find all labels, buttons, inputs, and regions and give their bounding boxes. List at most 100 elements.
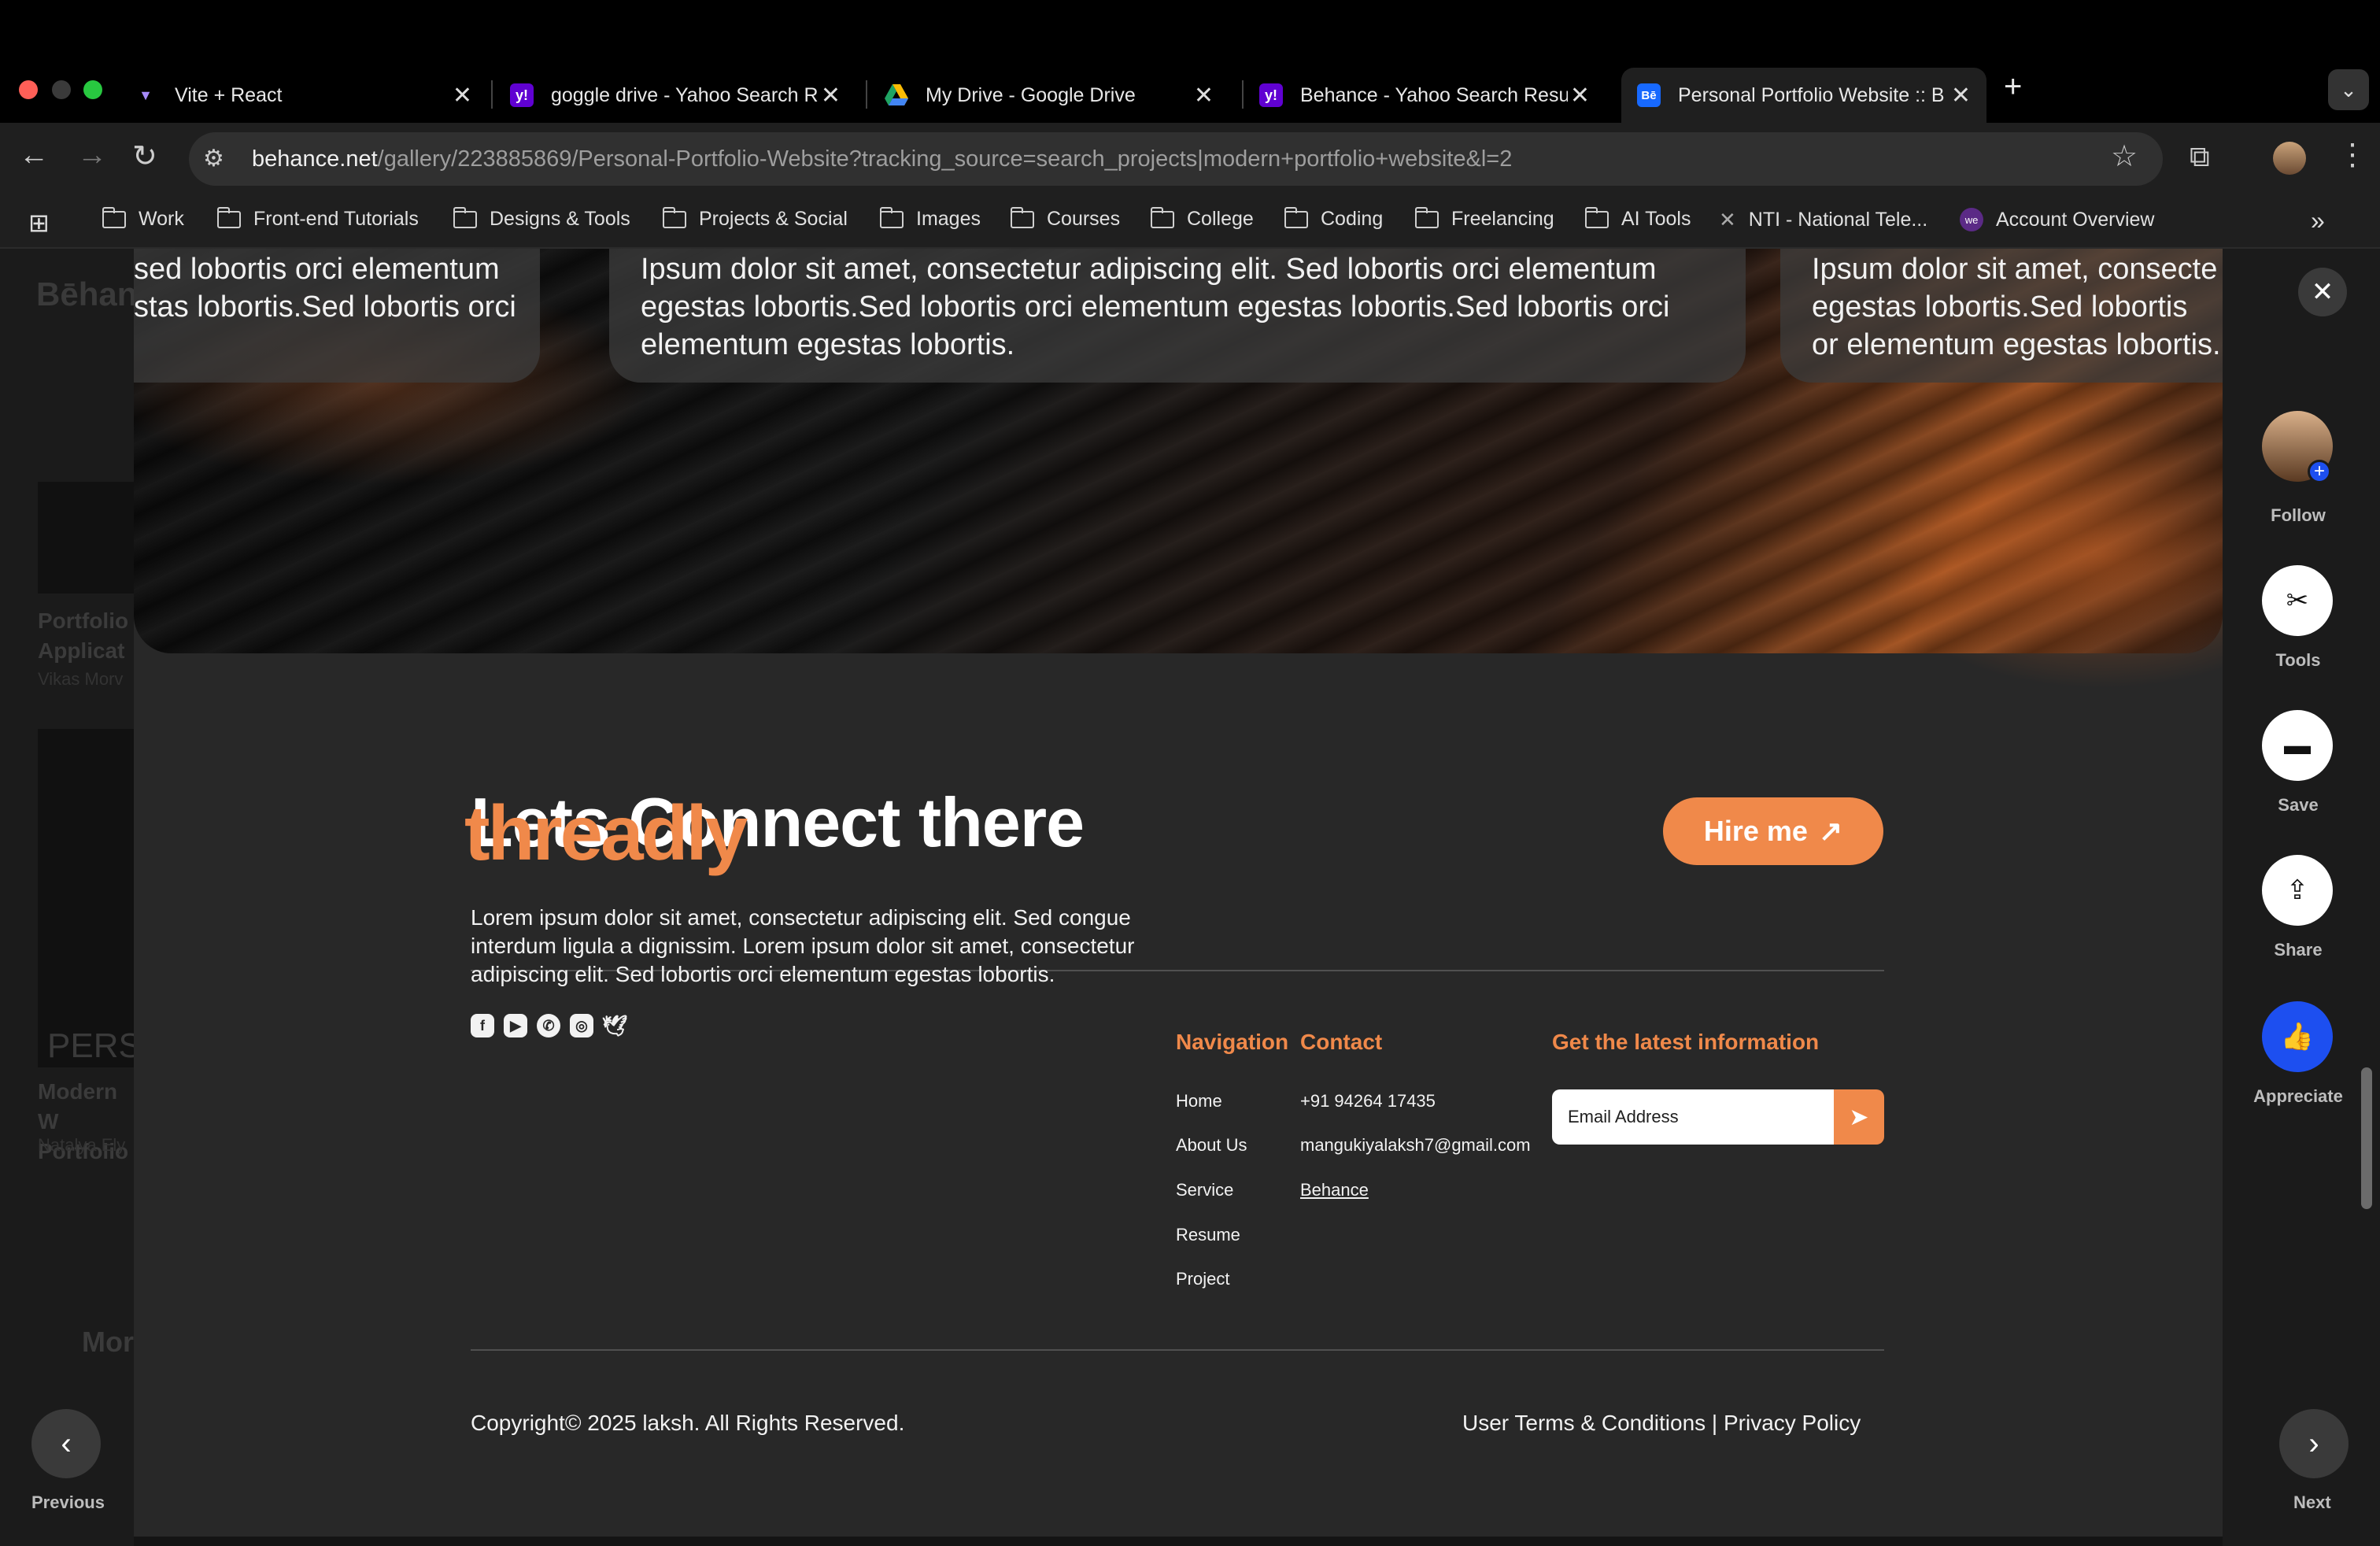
extensions-puzzle-icon[interactable]: ⧉ (2190, 140, 2210, 174)
youtube-icon[interactable]: ▶ (504, 1014, 527, 1037)
yahoo-icon: y! (1259, 83, 1283, 107)
email-input[interactable]: Email Address (1552, 1089, 1834, 1145)
browser-menu-icon[interactable]: ⋮ (2338, 137, 2367, 172)
bookmark-star-icon[interactable]: ☆ (2111, 139, 2138, 174)
yahoo-icon: y! (510, 83, 534, 107)
contact-behance-link[interactable]: Behance (1300, 1180, 1369, 1200)
folder-icon (216, 206, 241, 228)
reload-icon[interactable]: ↻ (132, 139, 157, 174)
appreciate-thumbs-up-icon[interactable]: 👍 (2262, 1001, 2333, 1072)
folder-icon (1150, 206, 1174, 228)
close-tab-icon[interactable]: ✕ (1194, 82, 1214, 109)
hero-image: sed lobortis orci elementum stas loborti… (134, 249, 2223, 690)
whatsapp-icon[interactable]: ✆ (537, 1014, 560, 1037)
bookmark-projects-social[interactable]: Projects & Social (662, 206, 848, 231)
previous-arrow-icon[interactable]: ‹ (31, 1409, 101, 1478)
folder-icon (1584, 206, 1609, 228)
background-card-title: Portfolio Applicat (38, 608, 129, 663)
back-arrow-icon[interactable]: ← (19, 139, 49, 172)
close-tab-icon[interactable]: ✕ (821, 82, 841, 109)
close-window-button[interactable] (19, 80, 38, 99)
legal-links[interactable]: User Terms & Conditions | Privacy Policy (1462, 1411, 1861, 1436)
zoom-window-button[interactable] (83, 80, 102, 99)
forward-arrow-icon[interactable]: → (77, 139, 107, 172)
bookmark-college[interactable]: College (1150, 206, 1254, 231)
hero-glow (1865, 422, 2223, 690)
instagram-icon[interactable]: ◎ (570, 1014, 593, 1037)
tab-yahoo-drive[interactable]: y! goggle drive - Yahoo Search R ✕ (494, 68, 856, 123)
profile-avatar[interactable] (2273, 142, 2306, 175)
page-scrollbar[interactable] (2361, 1067, 2372, 1209)
close-tab-icon[interactable]: ✕ (1570, 82, 1590, 109)
tab-separator (491, 80, 493, 109)
background-thumbnail[interactable]: PERS (38, 729, 142, 1067)
new-tab-button[interactable]: + (2004, 69, 2022, 105)
facebook-icon[interactable]: f (471, 1014, 494, 1037)
background-card-author: Natalya Ely (38, 1135, 126, 1155)
bookmark-front-end-tutorials[interactable]: Front-end Tutorials (216, 206, 419, 231)
bookmark-nti[interactable]: ✕ NTI - National Tele... (1719, 208, 1927, 232)
previous-label[interactable]: Previous (31, 1492, 105, 1513)
bookmark-work[interactable]: Work (102, 206, 184, 231)
contact-email[interactable]: mangukiyalaksh7@gmail.com (1300, 1135, 1531, 1156)
contact-phone[interactable]: +91 94264 17435 (1300, 1091, 1436, 1111)
site-settings-icon[interactable]: ⚙ (203, 145, 224, 172)
behance-icon: Bē (1637, 83, 1661, 107)
tab-google-drive[interactable]: My Drive - Google Drive ✕ (869, 68, 1229, 123)
footer-link-project[interactable]: Project (1176, 1269, 1229, 1289)
close-tab-icon[interactable]: ✕ (1951, 82, 1971, 109)
more-heading: Mor (82, 1326, 134, 1358)
google-drive-icon (885, 83, 908, 107)
footer-link-resume[interactable]: Resume (1176, 1225, 1240, 1245)
bookmark-ai-tools[interactable]: AI Tools (1584, 206, 1691, 231)
share-label: Share (2274, 940, 2323, 960)
close-modal-icon[interactable]: ✕ (2298, 268, 2347, 316)
address-bar[interactable]: behance.net/gallery/223885869/Personal-P… (189, 132, 2163, 186)
next-label[interactable]: Next (2293, 1492, 2331, 1513)
more-bookmarks-icon[interactable]: » (2311, 206, 2325, 235)
folder-icon (1414, 206, 1439, 228)
twitter-icon[interactable]: 🕊 (602, 1014, 628, 1037)
bookmark-account-overview[interactable]: we Account Overview (1960, 208, 2154, 231)
footer-link-service[interactable]: Service (1176, 1180, 1233, 1200)
testimonial-card: Ipsum dolor sit amet, consecte egestas l… (1780, 249, 2223, 383)
follow-plus-icon[interactable]: + (2308, 460, 2331, 483)
follow-label[interactable]: Follow (2235, 505, 2361, 526)
folder-icon (1010, 206, 1034, 228)
url-host: behance.net (252, 146, 378, 172)
footer-link-about[interactable]: About Us (1176, 1135, 1247, 1156)
footer-divider (471, 1349, 1884, 1351)
close-tab-icon[interactable]: ✕ (453, 82, 472, 109)
folder-icon (453, 206, 477, 228)
tab-separator (866, 80, 867, 109)
folder-icon (102, 206, 126, 228)
footer-link-home[interactable]: Home (1176, 1091, 1222, 1111)
save-folder-icon[interactable]: ▬ (2262, 710, 2333, 781)
url-path: /gallery/223885869/Personal-Portfolio-We… (377, 146, 1513, 172)
tab-personal-portfolio[interactable]: Bē Personal Portfolio Website :: B ✕ (1621, 68, 1986, 123)
folder-icon (1284, 206, 1308, 228)
bookmark-freelancing[interactable]: Freelancing (1414, 206, 1554, 231)
share-icon[interactable]: ⇪ (2262, 855, 2333, 926)
next-arrow-icon[interactable]: › (2279, 1409, 2349, 1478)
tab-yahoo-behance[interactable]: y! Behance - Yahoo Search Resu ✕ (1244, 68, 1606, 123)
hire-me-button[interactable]: Hire me ↗ (1663, 797, 1883, 865)
apps-grid-icon[interactable]: ⊞ (28, 208, 50, 238)
title-bar (0, 0, 2380, 63)
newsletter-heading: Get the latest information (1552, 1030, 1820, 1054)
vite-icon: ▼ (139, 87, 153, 103)
bookmark-images[interactable]: Images (879, 206, 981, 231)
tools-icon[interactable]: ✂ (2262, 565, 2333, 636)
satellite-icon: ✕ (1719, 208, 1736, 231)
bookmark-coding[interactable]: Coding (1284, 206, 1383, 231)
copyright-text: Copyright© 2025 laksh. All Rights Reserv… (471, 1411, 905, 1435)
send-icon[interactable]: ➤ (1834, 1089, 1884, 1145)
tab-vite-react[interactable]: ▼ Vite + React ✕ (118, 68, 488, 123)
background-thumbnail[interactable] (38, 482, 134, 594)
minimize-window-button[interactable] (52, 80, 71, 99)
arrow-up-right-icon: ↗ (1818, 815, 1843, 847)
bookmark-designs-tools[interactable]: Designs & Tools (453, 206, 630, 231)
bookmark-courses[interactable]: Courses (1010, 206, 1120, 231)
tab-search-chevron-icon[interactable]: ⌄ (2328, 69, 2369, 110)
folder-icon (879, 206, 904, 228)
